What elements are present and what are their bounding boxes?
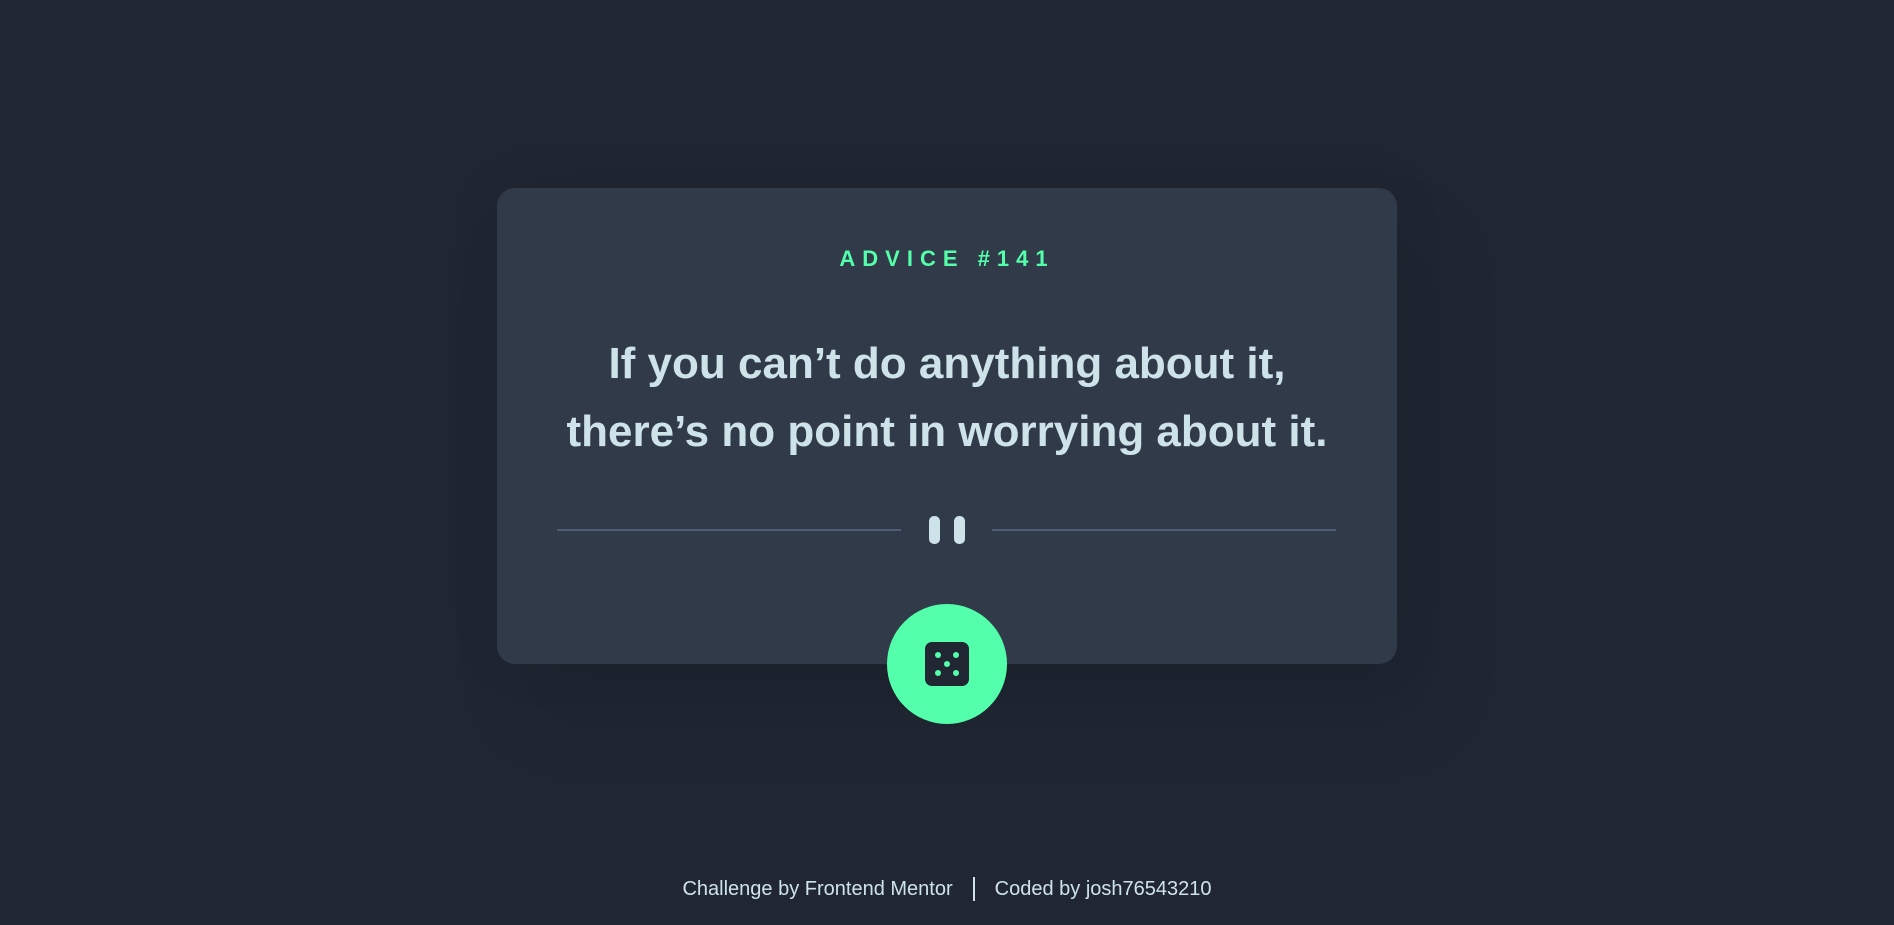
dice-pip: [944, 661, 950, 667]
footer: Challenge by Frontend Mentor Coded by jo…: [0, 876, 1894, 902]
dice-pip: [935, 652, 941, 658]
dice-pip: [953, 652, 959, 658]
advice-quote-line-2: there’s no point in worrying about it.: [566, 407, 1328, 456]
advice-quote-line-1: If you can’t do anything about it,: [608, 339, 1286, 388]
dice-button[interactable]: [887, 604, 1007, 724]
pause-icon-bar: [954, 516, 965, 544]
dice-pip: [953, 670, 959, 676]
footer-separator: [972, 877, 975, 901]
dice-pip: [935, 670, 941, 676]
divider-line-left: [557, 529, 901, 531]
advice-id-label: ADVICE #141: [839, 246, 1055, 271]
divider-line-right: [992, 529, 1336, 531]
footer-challenge-text: Challenge by Frontend Mentor: [682, 878, 953, 900]
dice-icon: [925, 642, 969, 686]
footer-coded-text: Coded by josh76543210: [994, 878, 1212, 900]
advice-quote: If you can’t do anything about it, there…: [520, 330, 1374, 466]
pause-icon: [929, 516, 940, 544]
